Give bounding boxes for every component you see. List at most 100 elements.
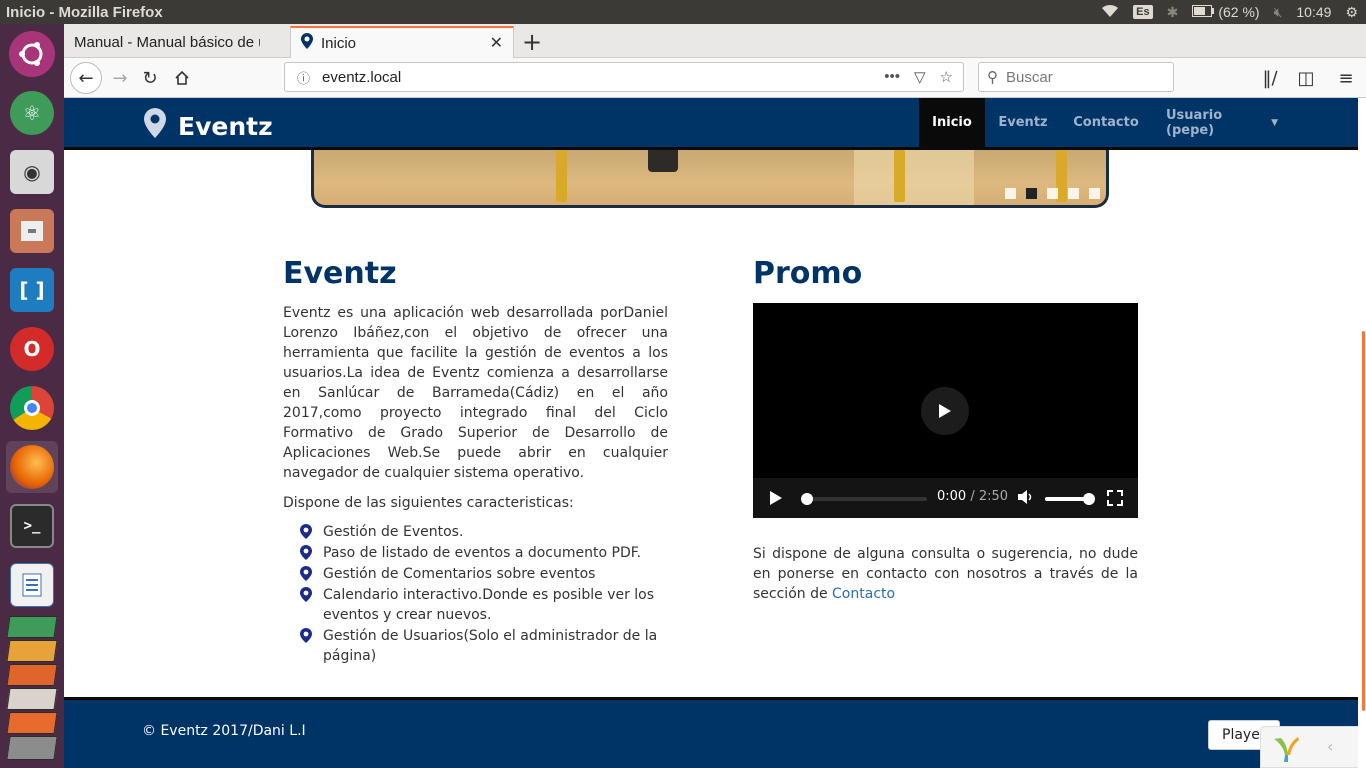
launcher-chrome[interactable] <box>6 382 58 434</box>
camera-icon: ◉ <box>10 150 54 194</box>
atom-icon: ⚛ <box>10 91 54 135</box>
carousel-indicator[interactable] <box>1068 188 1079 199</box>
keyboard-layout-indicator[interactable]: Es <box>1133 5 1153 19</box>
new-tab-plus-icon[interactable]: + <box>522 28 542 56</box>
contact-link[interactable]: Contacto <box>832 586 895 602</box>
tab-inicio[interactable]: Inicio ✕ <box>290 26 514 58</box>
launcher-terminal[interactable]: >_ <box>6 500 58 552</box>
video-progress-track[interactable] <box>803 497 927 501</box>
bluetooth-icon[interactable]: ✱ <box>1167 4 1179 21</box>
url-actions: ••• ▽ ☆ <box>884 68 953 86</box>
site-info-icon[interactable]: ⓘ <box>297 68 310 87</box>
map-marker-icon <box>300 587 312 608</box>
feature-item: Gestión de Eventos. <box>300 522 680 542</box>
image-carousel[interactable] <box>311 150 1109 208</box>
launcher-stacked-items[interactable] <box>6 616 58 764</box>
back-arrow-icon[interactable]: ← <box>70 62 102 94</box>
carousel-indicator[interactable] <box>1047 188 1058 199</box>
launcher-files[interactable] <box>6 205 58 257</box>
nav-eventz[interactable]: Eventz <box>985 98 1061 147</box>
video-big-play-button[interactable] <box>921 387 969 435</box>
launcher-brackets[interactable]: [ ] <box>6 264 58 316</box>
page-scrollbar[interactable] <box>1358 98 1366 768</box>
feature-item: Gestión de Usuarios(Solo el administrado… <box>300 626 680 666</box>
brackets-icon: [ ] <box>10 268 54 312</box>
page-actions-ellipsis-icon[interactable]: ••• <box>884 68 900 86</box>
sidebar-icon[interactable]: ◫ <box>1290 62 1322 94</box>
volume-button[interactable] <box>1017 489 1035 509</box>
ubuntu-logo-icon <box>9 31 55 77</box>
chevron-left-icon[interactable]: ‹ <box>1327 737 1333 756</box>
clock[interactable]: 10:49 <box>1296 4 1331 20</box>
site-navbar: Eventz Inicio Eventz Contacto Usuario (p… <box>64 98 1366 150</box>
bookmark-star-icon[interactable]: ☆ <box>940 68 953 86</box>
unity-launcher: ⚛ ◉ [ ] O >_ <box>0 24 64 768</box>
features-list: Gestión de Eventos. Paso de listado de ev… <box>300 522 680 667</box>
volume-knob[interactable] <box>1083 493 1095 505</box>
launcher-camera[interactable]: ◉ <box>6 146 58 198</box>
feature-text: Gestión de Comentarios sobre eventos <box>323 566 596 582</box>
carousel-indicator[interactable] <box>1005 188 1016 199</box>
volume-muted-icon[interactable]: 🔇︎ <box>1274 4 1283 21</box>
feature-text: Paso de listado de eventos a documento P… <box>323 545 641 561</box>
yii-debug-toolbar[interactable]: ‹ <box>1260 726 1366 768</box>
home-icon[interactable] <box>166 62 198 94</box>
nav-usuario-label: Usuario (pepe) <box>1166 107 1223 138</box>
forward-arrow-icon[interactable]: → <box>104 62 136 94</box>
pocket-icon[interactable]: ▽ <box>914 68 926 86</box>
promo-video-player[interactable]: 0:00 / 2:50 <box>753 303 1138 518</box>
spreadsheet-icon <box>6 616 58 638</box>
file-cabinet-icon <box>10 209 54 253</box>
scrollbar-thumb[interactable] <box>1362 331 1365 711</box>
battery-indicator[interactable]: (62 %) <box>1192 4 1260 20</box>
contact-text: Si dispone de alguna consulta o sugerenc… <box>753 546 1138 602</box>
tab-manual[interactable]: Manual - Manual básico de u <box>64 26 290 58</box>
feature-text: Gestión de Eventos. <box>323 524 464 540</box>
fullscreen-button[interactable] <box>1107 490 1123 510</box>
feature-text: Calendario interactivo.Donde es posible … <box>323 587 655 623</box>
launcher-opera[interactable]: O <box>6 323 58 375</box>
window-title: Inicio - Mozilla Firefox <box>6 3 163 21</box>
page-viewport: Eventz Inicio Eventz Contacto Usuario (p… <box>64 98 1366 768</box>
location-pin-icon <box>144 108 166 144</box>
footer-copyright: © Eventz 2017/Dani L.I <box>142 723 306 739</box>
document-icon <box>10 563 54 607</box>
launcher-atom[interactable]: ⚛ <box>6 87 58 139</box>
play-button[interactable] <box>769 490 783 510</box>
hamburger-menu-icon[interactable]: ≡ <box>1330 62 1362 94</box>
stacked-app-icon <box>6 688 58 710</box>
library-icon[interactable]: ‖∕ <box>1254 62 1286 94</box>
url-bar[interactable]: ⓘ eventz.local ••• ▽ ☆ <box>284 62 964 92</box>
trash-icon <box>6 736 58 760</box>
video-current-time: 0:00 <box>937 489 967 504</box>
volume-icon <box>1018 490 1032 504</box>
nav-inicio[interactable]: Inicio <box>919 98 985 147</box>
nav-contacto[interactable]: Contacto <box>1061 98 1151 147</box>
launcher-firefox[interactable] <box>6 441 58 493</box>
reload-icon[interactable]: ↻ <box>134 62 166 94</box>
battery-percentage: (62 %) <box>1218 4 1260 20</box>
carousel-indicator[interactable] <box>1089 188 1100 199</box>
browser-tab-bar: Manual - Manual básico de u Inicio ✕ + <box>64 24 1366 58</box>
video-duration: 2:50 <box>978 489 1009 504</box>
carousel-indicator-active[interactable] <box>1026 188 1037 199</box>
nav-usuario-dropdown[interactable]: Usuario (pepe) ▼ <box>1151 98 1293 147</box>
close-tab-icon[interactable]: ✕ <box>490 33 503 53</box>
site-brand[interactable]: Eventz <box>144 108 273 144</box>
search-input[interactable]: ⚲ Buscar <box>978 62 1174 92</box>
carousel-indicators <box>1005 188 1100 199</box>
feature-item: Calendario interactivo.Donde es posible … <box>300 585 680 625</box>
caret-down-icon: ▼ <box>1271 117 1278 128</box>
contact-paragraph: Si dispone de alguna consulta o sugerenc… <box>753 544 1138 604</box>
features-intro: Dispone de las siguientes caracteristica… <box>283 495 574 511</box>
settings-gear-icon[interactable]: ⚙ <box>1345 4 1358 21</box>
launcher-writer[interactable] <box>6 559 58 611</box>
wifi-icon[interactable] <box>1101 4 1119 21</box>
launcher-ubuntu-dash[interactable] <box>6 28 58 80</box>
carousel-image-post <box>894 150 905 202</box>
map-marker-icon <box>300 545 312 566</box>
chrome-icon <box>10 386 54 430</box>
browser-toolbar: ← → ↻ ⓘ eventz.local ••• ▽ ☆ ⚲ Buscar ‖∕… <box>64 58 1366 98</box>
video-progress-knob[interactable] <box>801 493 813 505</box>
opera-icon: O <box>10 327 54 371</box>
